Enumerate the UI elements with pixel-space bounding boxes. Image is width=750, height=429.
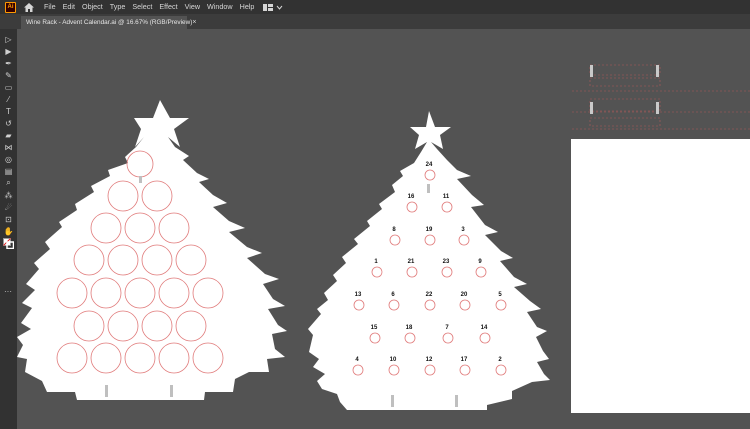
home-icon[interactable] [24,2,34,12]
menu-type[interactable]: Type [110,0,126,14]
gradient-tool-icon[interactable]: ▤ [3,166,14,176]
day-number: 17 [461,357,468,363]
day-number: 21 [408,259,415,265]
menu-help[interactable]: Help [240,0,255,14]
day-number: 19 [426,227,433,233]
curvature-tool-icon[interactable]: ✎ [3,70,14,80]
day-number: 24 [426,162,433,168]
day-number: 16 [408,194,415,200]
menu-bar: Ai File Edit Object Type Select Effect View Win… [0,0,750,14]
day-number: 10 [390,357,397,363]
type-tool-icon[interactable]: T [3,106,14,116]
day-number: 12 [426,357,433,363]
rectangle-tool-icon[interactable]: ▭ [3,82,14,92]
eraser-tool-icon[interactable]: ▰ [3,130,14,140]
document-tab-label: Wine Rack - Advent Calendar.ai @ 16.67% … [26,19,193,26]
day-number: 15 [371,325,378,331]
rotate-tool-icon[interactable]: ↺ [3,118,14,128]
canvas[interactable]: 24 16 11 8 19 3 1 21 23 9 13 6 22 20 5 15 18 7 14 4 10 12 17 2 [17,29,750,429]
day-number: 14 [481,325,488,331]
day-number: 11 [443,194,450,200]
width-tool-icon[interactable]: ⋈ [3,142,14,152]
day-number: 23 [443,259,450,265]
menu-file[interactable]: File [44,0,56,14]
menu-window[interactable]: Window [207,0,233,14]
day-number: 20 [461,292,468,298]
document-tab-bar: Wine Rack - Advent Calendar.ai @ 16.67% … [0,14,750,29]
menu-object[interactable]: Object [82,0,103,14]
main-menu: File Edit Object Type Select Effect View Window… [44,0,261,14]
menu-view[interactable]: View [185,0,200,14]
artboard-tool-icon[interactable]: ⊡ [3,214,14,224]
pen-tool-icon[interactable]: ✒ [3,58,14,68]
close-tab-icon[interactable]: × [192,19,196,26]
day-number: 18 [406,325,413,331]
selection-tool-icon[interactable]: ▷ [3,34,14,44]
tools-panel: ▷▶✒✎▭⁄T↺▰⋈◎▤⌕⁂☄⊡✋⊕··· [0,29,17,429]
tree-right: 2416 118 19 31 21 23 913 6 22 20 515 18 7 144 10 12 17 2 [308,111,550,410]
blend-tool-icon[interactable]: ⁂ [3,190,14,200]
day-number: 22 [426,292,433,298]
chevron-down-icon [277,5,283,10]
eyedropper-tool-icon[interactable]: ⌕ [3,178,14,188]
menu-effect[interactable]: Effect [159,0,177,14]
symbol-sprayer-tool-icon[interactable]: ☄ [3,202,14,212]
workspace-switcher[interactable] [263,3,283,11]
day-number: 13 [355,292,362,298]
direct-selection-tool-icon[interactable]: ▶ [3,46,14,56]
illustrator-logo-icon: Ai [5,1,16,13]
more-tools-icon[interactable]: ··· [4,287,12,296]
fill-stroke-swatch[interactable] [3,236,15,250]
workspace-icon [263,3,274,11]
menu-select[interactable]: Select [132,0,152,14]
shape-builder-tool-icon[interactable]: ◎ [3,154,14,164]
paintbrush-tool-icon[interactable]: ⁄ [3,94,14,104]
document-tab[interactable]: Wine Rack - Advent Calendar.ai @ 16.67% … [21,16,196,29]
hand-tool-icon[interactable]: ✋ [3,226,14,236]
menu-edit[interactable]: Edit [63,0,75,14]
